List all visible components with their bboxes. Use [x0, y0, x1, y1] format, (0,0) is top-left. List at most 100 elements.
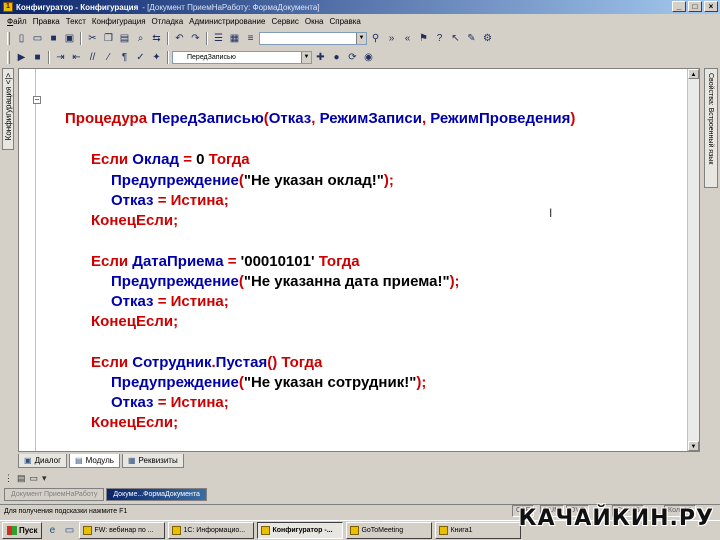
stop-icon[interactable]: ■ [30, 50, 45, 65]
breakpoint-icon[interactable]: ● [329, 50, 344, 65]
find-prev-icon[interactable]: « [400, 31, 415, 46]
run-debug-icon[interactable]: ▶ [14, 50, 29, 65]
gotomeeting-icon [350, 526, 360, 535]
app-1c-icon [172, 526, 182, 535]
save-all-icon[interactable]: ▣ [62, 31, 77, 46]
outdent-icon[interactable]: ⇤ [69, 50, 84, 65]
task-outlook[interactable]: FW: вебинар по ... [79, 522, 166, 539]
redo-icon[interactable]: ↷ [188, 31, 203, 46]
window-tab-form[interactable]: Докуме...ФормаДокумента [106, 488, 207, 501]
menu-bar: Файл Правка Текст Конфигурация Отладка А… [0, 14, 720, 28]
dropdown-icon[interactable]: ▾ [42, 473, 47, 484]
task-1c-info[interactable]: 1С: Информацио... [168, 522, 255, 539]
attributes-icon: ▦ [127, 456, 136, 465]
text-cursor-icon: I [549, 206, 553, 220]
menu-configuration[interactable]: Конфигурация [89, 17, 149, 26]
app-1c-icon [261, 526, 271, 535]
configuration-panel-tab[interactable]: Конфигурация <|> [2, 68, 14, 150]
task-configurator[interactable]: Конфигуратор -... [257, 522, 344, 539]
find-next-icon[interactable]: » [384, 31, 399, 46]
assist-icon[interactable]: ✎ [464, 31, 479, 46]
grid-icon[interactable]: ▦ [227, 31, 242, 46]
undo-icon[interactable]: ↶ [172, 31, 187, 46]
syntax-assistant-icon[interactable]: ▤ [17, 473, 26, 484]
toolbar-grip[interactable] [7, 31, 10, 45]
search-combo[interactable]: ▼ [259, 31, 367, 45]
quicklaunch-desktop-icon[interactable]: ▭ [62, 524, 76, 538]
quicklaunch-ie-icon[interactable]: e [45, 524, 59, 538]
app-icon: 1 [3, 2, 13, 12]
task-excel[interactable]: Книга1 [435, 522, 522, 539]
collapse-toggle-icon[interactable]: − [33, 96, 41, 104]
step-icon[interactable]: ⟳ [345, 50, 360, 65]
dialog-icon: ▣ [24, 456, 32, 465]
pointer-help-icon[interactable]: ↖ [448, 31, 463, 46]
new-file-icon[interactable]: ▯ [14, 31, 29, 46]
paste-icon[interactable]: ▤ [117, 31, 132, 46]
menu-help[interactable]: Справка [326, 17, 363, 26]
doc-title: - [Документ ПриемНаРаботу: ФормаДокумент… [142, 2, 320, 12]
menu-debug[interactable]: Отладка [149, 17, 187, 26]
tab-dialog[interactable]: ▣ Диалог [18, 454, 68, 468]
menu-service[interactable]: Сервис [268, 17, 301, 26]
help-icon[interactable]: ? [432, 31, 447, 46]
cut-icon[interactable]: ✂ [85, 31, 100, 46]
format-icon[interactable]: ¶ [117, 50, 132, 65]
goto-procedure-icon[interactable]: ✚ [313, 50, 328, 65]
menu-file[interactable]: Файл [4, 17, 30, 26]
close-button[interactable]: × [704, 1, 718, 12]
watermark: КАЧАЙКИН.РУ [518, 506, 714, 531]
excel-icon [439, 526, 449, 535]
wizard-icon[interactable]: ✦ [149, 50, 164, 65]
windows-logo-icon [7, 526, 17, 535]
comment-icon[interactable]: // [85, 50, 100, 65]
window-tab-document[interactable]: Документ ПриемНаРаботу [4, 488, 105, 501]
menu-text[interactable]: Текст [63, 17, 89, 26]
properties-panel-tab[interactable]: Свойства: Встроенный язык [704, 68, 718, 188]
start-button[interactable]: Пуск [2, 522, 43, 539]
module-toolbar: ▶ ■ ⇥ ⇤ // ⁄ ¶ ✓ ✦ ПередЗаписью ▼ ✚ ● ⟳ … [0, 49, 720, 65]
mail-icon [83, 526, 93, 535]
open-folder-icon[interactable]: ▭ [30, 31, 45, 46]
find-icon[interactable]: ⌕ [133, 31, 148, 46]
maximize-button[interactable]: □ [688, 1, 702, 12]
title-bar: 1 Конфигуратор - Конфигурация - [Докумен… [0, 0, 720, 14]
list-icon[interactable]: ≡ [243, 31, 258, 46]
lower-toolbar: ⋮ ▤ ▭ ▾ [0, 470, 720, 486]
form-tabs: ▣ Диалог ▤ Модуль ▦ Реквизиты [18, 454, 184, 468]
settings-icon[interactable]: ⚙ [480, 31, 495, 46]
messages-icon[interactable]: ▭ [30, 473, 39, 484]
menu-windows[interactable]: Окна [302, 17, 327, 26]
indent-icon[interactable]: ⇥ [53, 50, 68, 65]
chevron-down-icon[interactable]: ▼ [301, 51, 311, 63]
task-gotomeeting[interactable]: GoToMeeting [346, 522, 433, 539]
watch-icon[interactable]: ◉ [361, 50, 376, 65]
toolbar-grip[interactable] [7, 50, 10, 64]
tab-module[interactable]: ▤ Модуль [69, 454, 120, 468]
save-icon[interactable]: ■ [46, 31, 61, 46]
scroll-up-icon[interactable]: ▲ [688, 69, 699, 79]
properties-panel-label: Свойства: Встроенный язык [707, 73, 714, 165]
code-line[interactable]: КонецЕсли; [66, 396, 178, 450]
code-editor[interactable]: Процедура ПередЗаписью(Отказ, РежимЗапис… [35, 69, 687, 451]
binoculars-icon[interactable]: ⚲ [368, 31, 383, 46]
procedure-combo[interactable]: ПередЗаписью ▼ [172, 50, 312, 64]
chevron-down-icon[interactable]: ▼ [356, 32, 366, 44]
standard-toolbar: ▯ ▭ ■ ▣ ✂ ❐ ▤ ⌕ ⇆ ↶ ↷ ☰ ▦ ≡ ▼ ⚲ » « ⚑ ? … [0, 30, 720, 46]
uncomment-icon[interactable]: ⁄ [101, 50, 116, 65]
minimize-button[interactable]: _ [672, 1, 686, 12]
module-icon: ▤ [75, 456, 83, 465]
bookmark-icon[interactable]: ⚑ [416, 31, 431, 46]
copy-icon[interactable]: ❐ [101, 31, 116, 46]
menu-edit[interactable]: Правка [30, 17, 63, 26]
procedure-combo-value: ПередЗаписью [187, 53, 236, 61]
properties-icon[interactable]: ☰ [211, 31, 226, 46]
tab-attributes[interactable]: ▦ Реквизиты [121, 454, 184, 468]
lower-tool-grip-icon[interactable]: ⋮ [4, 473, 13, 484]
scroll-down-icon[interactable]: ▼ [688, 441, 699, 451]
replace-icon[interactable]: ⇆ [149, 31, 164, 46]
configuration-panel-label: Конфигурация <|> [4, 73, 13, 141]
syntax-check-icon[interactable]: ✓ [133, 50, 148, 65]
menu-administration[interactable]: Администрирование [186, 17, 268, 26]
vertical-scrollbar[interactable]: ▲ ▼ [687, 69, 699, 451]
